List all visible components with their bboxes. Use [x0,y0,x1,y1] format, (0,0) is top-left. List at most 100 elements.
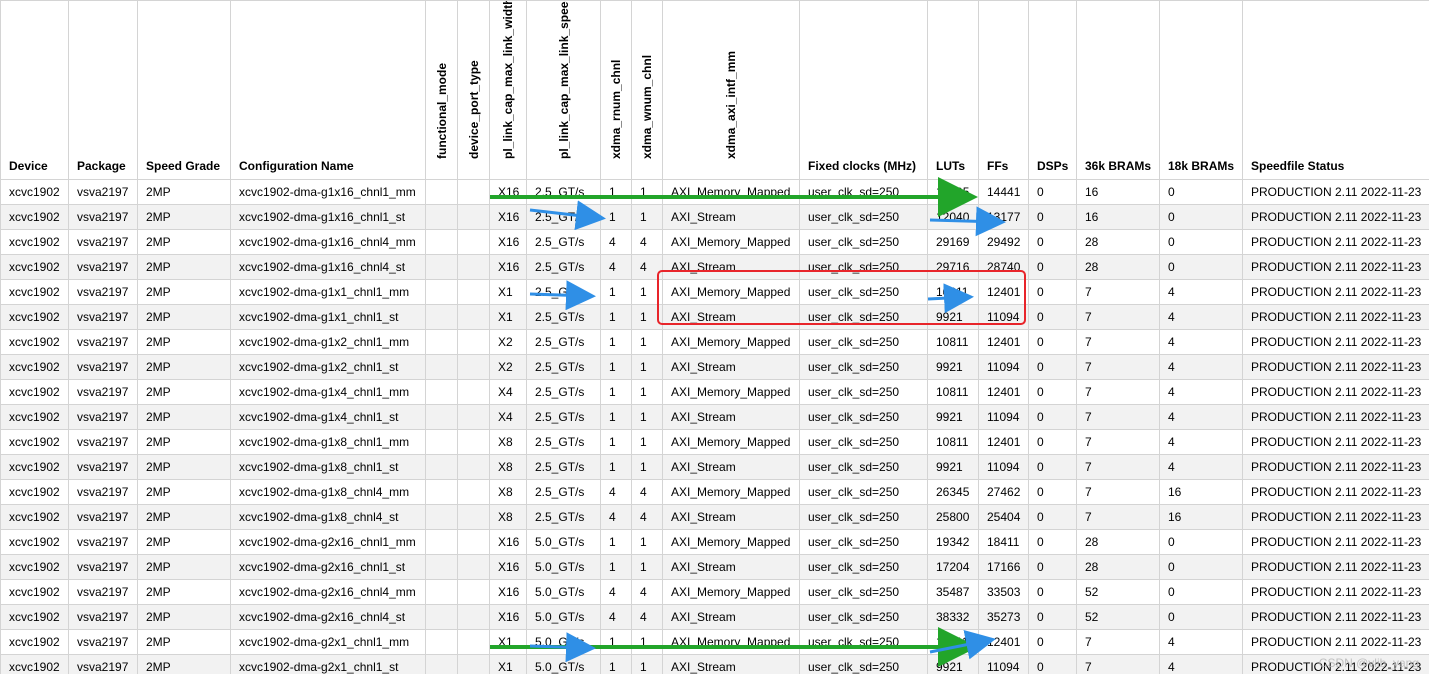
cell-functional-mode [425,579,458,605]
table-row[interactable]: xcvc1902 vsva2197 2MP xcvc1902-dma-g2x16_ch… [0,554,1429,580]
cell-bram18: 4 [1159,429,1243,455]
cell-bram18: 4 [1159,379,1243,405]
cell-config-name: xcvc1902-dma-g1x1_chnl1_st [230,304,426,330]
column-header-luts[interactable]: LUTs [927,0,979,180]
cell-device: xcvc1902 [0,454,69,480]
cell-device-port-type [457,279,490,305]
cell-device-port-type [457,354,490,380]
cell-status: PRODUCTION 2.11 2022-11-23 [1242,354,1429,380]
cell-link-speed: 5.0_GT/s [526,554,601,580]
table-row[interactable]: xcvc1902 vsva2197 2MP xcvc1902-dma-g1x2_chn… [0,354,1429,380]
cell-fixed-clocks: user_clk_sd=250 [799,279,928,305]
table-row[interactable]: xcvc1902 vsva2197 2MP xcvc1902-dma-g2x16_ch… [0,579,1429,605]
cell-fixed-clocks: user_clk_sd=250 [799,429,928,455]
cell-link-speed: 5.0_GT/s [526,654,601,674]
table-row[interactable]: xcvc1902 vsva2197 2MP xcvc1902-dma-g1x8_chn… [0,504,1429,530]
cell-device-port-type [457,479,490,505]
column-header-status[interactable]: Speedfile Status [1242,0,1429,180]
table-row[interactable]: xcvc1902 vsva2197 2MP xcvc1902-dma-g1x8_chn… [0,454,1429,480]
table-row[interactable]: xcvc1902 vsva2197 2MP xcvc1902-dma-g1x1_chn… [0,304,1429,330]
cell-link-width: X1 [489,629,527,655]
cell-speed-grade: 2MP [137,429,231,455]
column-header-link-width[interactable]: pl_link_cap_max_link_width [489,0,527,180]
cell-bram36: 7 [1076,329,1160,355]
cell-axi-intf: AXI_Memory_Mapped [662,329,800,355]
cell-link-width: X8 [489,454,527,480]
cell-ffs: 33503 [978,579,1029,605]
cell-package: vsva2197 [68,654,138,674]
cell-status: PRODUCTION 2.11 2022-11-23 [1242,254,1429,280]
cell-speed-grade: 2MP [137,579,231,605]
cell-device-port-type [457,329,490,355]
cell-link-width: X1 [489,279,527,305]
column-header-device[interactable]: Device [0,0,69,180]
table-row[interactable]: xcvc1902 vsva2197 2MP xcvc1902-dma-g1x1_chn… [0,279,1429,305]
cell-bram36: 28 [1076,529,1160,555]
column-header-bram36[interactable]: 36k BRAMs [1076,0,1160,180]
table-row[interactable]: xcvc1902 vsva2197 2MP xcvc1902-dma-g1x8_chn… [0,479,1429,505]
column-header-device-port-type[interactable]: device_port_type [457,0,490,180]
column-header-label: pl_link_cap_max_link_width [501,0,515,160]
cell-device: xcvc1902 [0,629,69,655]
cell-bram36: 52 [1076,579,1160,605]
column-header-functional-mode[interactable]: functional_mode [425,0,458,180]
cell-bram18: 0 [1159,229,1243,255]
table-row[interactable]: xcvc1902 vsva2197 2MP xcvc1902-dma-g2x1_chn… [0,629,1429,655]
column-header-rnum-chnl[interactable]: xdma_rnum_chnl [600,0,632,180]
cell-wnum-chnl: 1 [631,304,663,330]
cell-link-width: X16 [489,229,527,255]
cell-axi-intf: AXI_Stream [662,504,800,530]
cell-rnum-chnl: 1 [600,329,632,355]
cell-package: vsva2197 [68,479,138,505]
table-row[interactable]: xcvc1902 vsva2197 2MP xcvc1902-dma-g1x16_ch… [0,179,1429,205]
cell-luts: 17204 [927,554,979,580]
column-header-label: functional_mode [434,62,449,159]
cell-bram36: 7 [1076,654,1160,674]
cell-bram18: 4 [1159,654,1243,674]
cell-device: xcvc1902 [0,229,69,255]
cell-package: vsva2197 [68,204,138,230]
table-row[interactable]: xcvc1902 vsva2197 2MP xcvc1902-dma-g2x1_chn… [0,654,1429,674]
column-header-wnum-chnl[interactable]: xdma_wnum_chnl [631,0,663,180]
table-row[interactable]: xcvc1902 vsva2197 2MP xcvc1902-dma-g1x4_chn… [0,404,1429,430]
table-row[interactable]: xcvc1902 vsva2197 2MP xcvc1902-dma-g1x2_chn… [0,329,1429,355]
cell-link-width: X8 [489,429,527,455]
cell-luts: 9921 [927,454,979,480]
table-row[interactable]: xcvc1902 vsva2197 2MP xcvc1902-dma-g2x16_ch… [0,604,1429,630]
cell-fixed-clocks: user_clk_sd=250 [799,404,928,430]
cell-speed-grade: 2MP [137,604,231,630]
column-header-fixed-clocks[interactable]: Fixed clocks (MHz) [799,0,928,180]
column-header-ffs[interactable]: FFs [978,0,1029,180]
cell-luts: 12040 [927,204,979,230]
table-row[interactable]: xcvc1902 vsva2197 2MP xcvc1902-dma-g1x16_ch… [0,204,1429,230]
table-row[interactable]: xcvc1902 vsva2197 2MP xcvc1902-dma-g1x16_ch… [0,254,1429,280]
cell-ffs: 18411 [978,529,1029,555]
cell-functional-mode [425,304,458,330]
table-row[interactable]: xcvc1902 vsva2197 2MP xcvc1902-dma-g1x16_ch… [0,229,1429,255]
cell-device: xcvc1902 [0,429,69,455]
table-row[interactable]: xcvc1902 vsva2197 2MP xcvc1902-dma-g1x8_chn… [0,429,1429,455]
cell-luts: 26345 [927,479,979,505]
cell-package: vsva2197 [68,429,138,455]
column-header-axi-intf[interactable]: xdma_axi_intf_mm [662,0,800,180]
column-header-config-name[interactable]: Configuration Name [230,0,426,180]
cell-luts: 29169 [927,229,979,255]
cell-dsps: 0 [1028,554,1077,580]
cell-device: xcvc1902 [0,304,69,330]
column-header-link-speed[interactable]: pl_link_cap_max_link_speed [526,0,601,180]
column-header-package[interactable]: Package [68,0,138,180]
table-row[interactable]: xcvc1902 vsva2197 2MP xcvc1902-dma-g1x4_chn… [0,379,1429,405]
cell-rnum-chnl: 4 [600,229,632,255]
column-header-dsps[interactable]: DSPs [1028,0,1077,180]
cell-dsps: 0 [1028,654,1077,674]
cell-fixed-clocks: user_clk_sd=250 [799,479,928,505]
cell-link-speed: 2.5_GT/s [526,229,601,255]
column-header-bram18[interactable]: 18k BRAMs [1159,0,1243,180]
cell-luts: 25800 [927,504,979,530]
column-header-speed-grade[interactable]: Speed Grade [137,0,231,180]
cell-bram36: 7 [1076,279,1160,305]
table-row[interactable]: xcvc1902 vsva2197 2MP xcvc1902-dma-g2x16_ch… [0,529,1429,555]
cell-package: vsva2197 [68,254,138,280]
cell-wnum-chnl: 1 [631,379,663,405]
cell-device: xcvc1902 [0,379,69,405]
